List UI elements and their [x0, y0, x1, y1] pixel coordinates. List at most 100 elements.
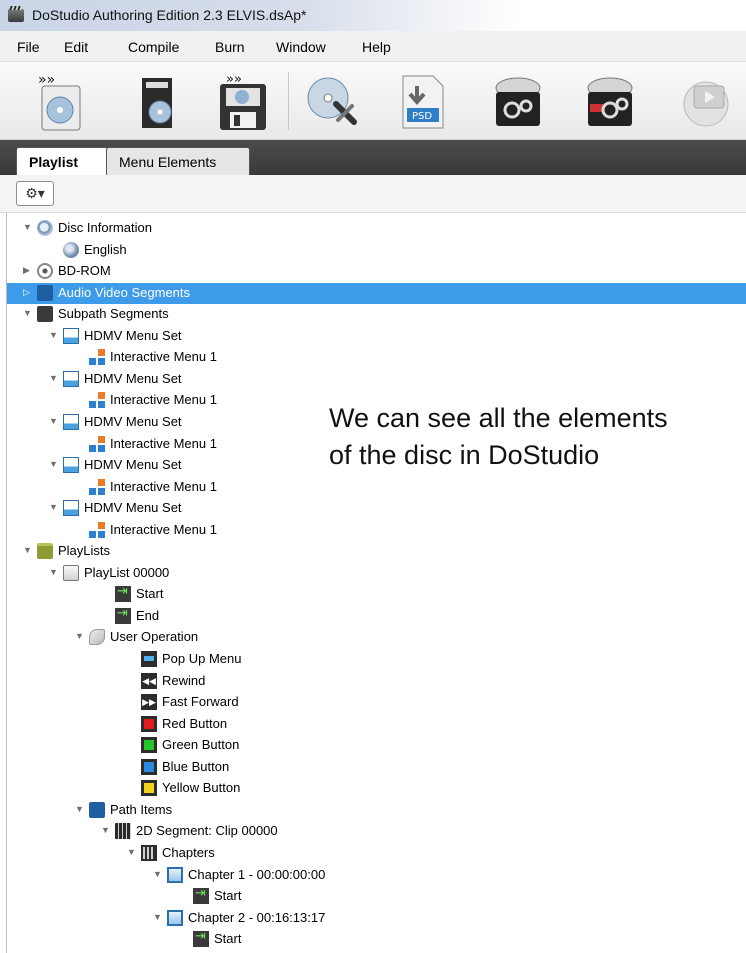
- intmenu-icon: [89, 478, 105, 495]
- build-icon[interactable]: [580, 70, 640, 132]
- tree-row-label: User Operation: [110, 629, 199, 645]
- tree-row[interactable]: Interactive Menu 1: [75, 347, 740, 368]
- annotation-text: We can see all the elements of the disc …: [329, 400, 668, 474]
- window-title: DoStudio Authoring Edition 2.3 ELVIS.dsA…: [32, 7, 307, 23]
- expand-toggle-icon[interactable]: ▼: [75, 804, 85, 814]
- tree-row[interactable]: ▼ HDMV Menu Set: [49, 369, 740, 390]
- expand-toggle-icon[interactable]: ▼: [49, 459, 59, 469]
- tree-row[interactable]: End: [101, 605, 740, 627]
- expand-toggle-icon[interactable]: ▼: [23, 545, 33, 555]
- discmag-icon: [37, 220, 53, 236]
- tree-row[interactable]: ▼ Chapter 1 - 00:00:00:00: [153, 865, 740, 886]
- expand-toggle-icon[interactable]: ▼: [49, 330, 59, 340]
- folder-blue-icon: [89, 801, 105, 818]
- tree-row[interactable]: ▷ Audio Video Segments: [7, 282, 746, 304]
- tree-row[interactable]: Red Button: [127, 714, 740, 735]
- start-icon: [193, 885, 209, 905]
- expand-toggle-icon[interactable]: ▼: [101, 825, 111, 835]
- tree-row[interactable]: ▼ HDMV Menu Set: [49, 498, 740, 519]
- tree-row-label: Start: [214, 888, 242, 904]
- menu-burn[interactable]: Burn: [215, 39, 245, 55]
- tree-row[interactable]: ▼ Path Items: [75, 800, 740, 821]
- tree-row[interactable]: ▼ User Operation: [75, 627, 740, 648]
- tree-row[interactable]: ▼ 2D Segment: Clip 00000: [101, 821, 740, 842]
- tree-row-label: Chapter 2 - 00:16:13:17: [188, 909, 326, 925]
- tree-row-label: Path Items: [110, 801, 173, 817]
- expand-toggle-icon[interactable]: ▼: [49, 416, 59, 426]
- expand-toggle-icon[interactable]: ▼: [49, 567, 59, 577]
- chapter-icon: [167, 866, 183, 883]
- menu-help[interactable]: Help: [362, 39, 391, 55]
- tree-row[interactable]: ◀◀ Rewind: [127, 671, 740, 692]
- tree-row[interactable]: Interactive Menu 1: [75, 477, 740, 498]
- open-project-icon[interactable]: [128, 70, 188, 132]
- tree-row[interactable]: Pop Up Menu: [127, 649, 740, 670]
- tree-row[interactable]: ▼ Subpath Segments: [23, 304, 740, 325]
- menuset-icon: [63, 327, 79, 344]
- expand-toggle-icon[interactable]: ▼: [127, 847, 137, 857]
- menuset-icon: [63, 457, 79, 474]
- tree-row[interactable]: Start: [101, 583, 740, 605]
- tree-row[interactable]: ▼ Chapter 2 - 00:16:13:17: [153, 908, 740, 929]
- preview-icon[interactable]: [676, 70, 736, 132]
- ff-icon: ▶▶: [141, 694, 157, 711]
- tree-row-label: HDMV Menu Set: [84, 327, 182, 343]
- expand-toggle-icon[interactable]: ▷: [23, 287, 33, 297]
- tree-row-label: Chapter 1 - 00:00:00:00: [188, 866, 326, 882]
- annotation-line-1: We can see all the elements: [329, 403, 668, 433]
- expand-toggle-icon[interactable]: ▼: [49, 502, 59, 512]
- tree-row[interactable]: English: [49, 240, 740, 261]
- save-project-icon[interactable]: »»: [212, 70, 272, 132]
- expand-toggle-icon[interactable]: ▼: [75, 631, 85, 641]
- menuset-icon: [63, 500, 79, 517]
- tab-menu-elements[interactable]: Menu Elements: [106, 147, 250, 175]
- menu-window[interactable]: Window: [276, 39, 326, 55]
- disc-settings-icon[interactable]: [300, 70, 360, 132]
- new-disc-icon[interactable]: »»: [30, 70, 90, 132]
- tree-row[interactable]: Blue Button: [127, 757, 740, 778]
- gear-dropdown-button[interactable]: ⚙▾: [16, 181, 54, 206]
- playlist-icon: [63, 564, 79, 581]
- tree-row[interactable]: ▶▶ Fast Forward: [127, 692, 740, 713]
- tree-row[interactable]: Interactive Menu 1: [75, 520, 740, 541]
- menu-compile[interactable]: Compile: [128, 39, 179, 55]
- tree-row[interactable]: ▼ PlayList 00000: [49, 563, 740, 584]
- tree-row-label: Interactive Menu 1: [110, 435, 217, 451]
- clapperboard-icon: [8, 9, 24, 22]
- tree-row[interactable]: Green Button: [127, 735, 740, 756]
- tree-row[interactable]: ▼ PlayLists: [23, 541, 740, 562]
- green-icon: [141, 737, 157, 754]
- tab-playlist[interactable]: Playlist: [16, 147, 108, 175]
- tree-row[interactable]: Start: [179, 885, 740, 907]
- tree-row-label: HDMV Menu Set: [84, 413, 182, 429]
- segment-icon: [115, 823, 131, 840]
- tree-row[interactable]: ▼ HDMV Menu Set: [49, 326, 740, 347]
- import-psd-icon[interactable]: PSD: [393, 70, 453, 132]
- tree-row-label: PlayList 00000: [84, 564, 170, 580]
- expand-toggle-icon[interactable]: ▼: [23, 222, 33, 232]
- menu-edit[interactable]: Edit: [64, 39, 88, 55]
- menu-file[interactable]: File: [17, 39, 40, 55]
- tree-row[interactable]: Yellow Button: [127, 778, 740, 799]
- tree-row[interactable]: ▶ BD-ROM: [23, 261, 740, 282]
- tree-row-label: Pop Up Menu: [162, 651, 242, 666]
- expand-toggle-icon[interactable]: ▶: [23, 265, 33, 275]
- compile-icon[interactable]: [488, 70, 548, 132]
- popup-icon: [141, 651, 157, 667]
- expand-toggle-icon[interactable]: ▼: [153, 912, 163, 922]
- tree-row[interactable]: ▼ Chapters: [127, 843, 740, 864]
- expand-toggle-icon[interactable]: ▼: [23, 308, 33, 318]
- tree-row[interactable]: Start: [179, 928, 740, 950]
- expand-toggle-icon[interactable]: ▼: [49, 373, 59, 383]
- tree-row-label: Interactive Menu 1: [110, 521, 217, 537]
- tree-row[interactable]: ▼ Disc Information: [23, 218, 740, 239]
- expand-toggle-icon[interactable]: ▼: [153, 869, 163, 879]
- folder-olive-icon: [37, 543, 53, 560]
- options-bar: ⚙▾: [0, 175, 746, 213]
- tree-row-label: Fast Forward: [162, 694, 239, 710]
